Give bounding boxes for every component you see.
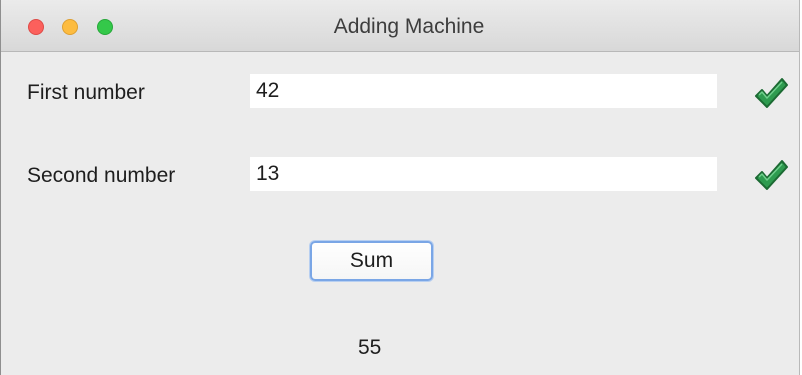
- adding-machine-window: Adding Machine First number Second numbe…: [0, 0, 800, 375]
- title-bar[interactable]: Adding Machine: [1, 0, 799, 52]
- checkmark-icon: [755, 78, 788, 108]
- second-number-input[interactable]: [250, 157, 717, 191]
- first-number-label: First number: [27, 81, 145, 104]
- sum-button[interactable]: Sum: [310, 241, 433, 281]
- sum-result: 55: [358, 336, 382, 359]
- first-number-input[interactable]: [250, 74, 717, 108]
- window-title: Adding Machine: [333, 15, 485, 38]
- checkmark-icon: [755, 160, 788, 190]
- second-number-label: Second number: [27, 164, 176, 187]
